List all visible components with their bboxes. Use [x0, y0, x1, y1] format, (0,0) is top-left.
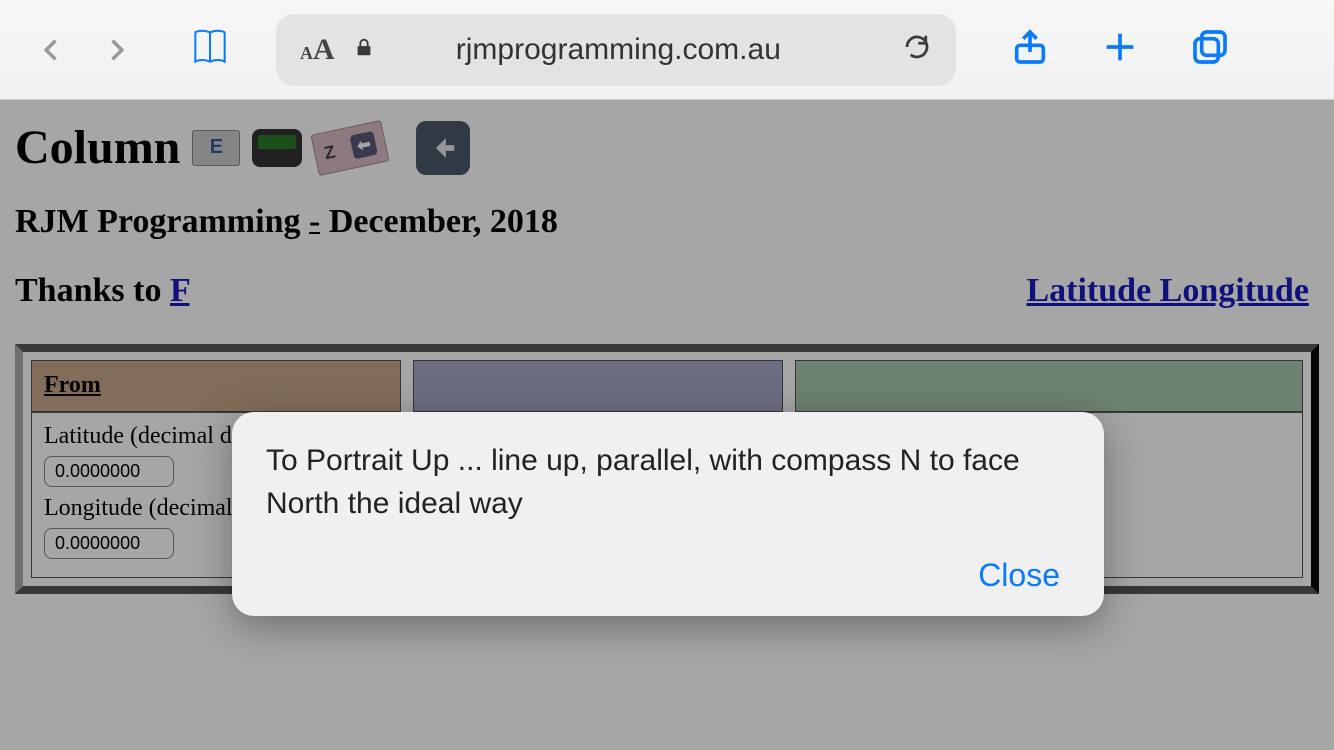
browser-toolbar: AA rjmprogramming.com.au [0, 0, 1334, 100]
address-bar[interactable]: AA rjmprogramming.com.au [276, 14, 956, 86]
bookmarks-icon[interactable] [188, 25, 232, 74]
reader-aa-icon[interactable]: AA [300, 33, 335, 67]
back-button[interactable] [30, 28, 74, 72]
tabs-icon[interactable] [1190, 27, 1230, 72]
page-content: Column Z⬅ RJM Programming - December, 20… [0, 100, 1334, 750]
alert-dialog: To Portrait Up ... line up, parallel, wi… [232, 412, 1104, 616]
reload-icon[interactable] [902, 32, 932, 67]
forward-button[interactable] [94, 28, 138, 72]
share-icon[interactable] [1010, 27, 1050, 72]
close-button[interactable]: Close [968, 551, 1070, 600]
alert-message: To Portrait Up ... line up, parallel, wi… [266, 440, 1070, 525]
url-text: rjmprogramming.com.au [353, 33, 884, 67]
new-tab-icon[interactable] [1100, 27, 1140, 72]
